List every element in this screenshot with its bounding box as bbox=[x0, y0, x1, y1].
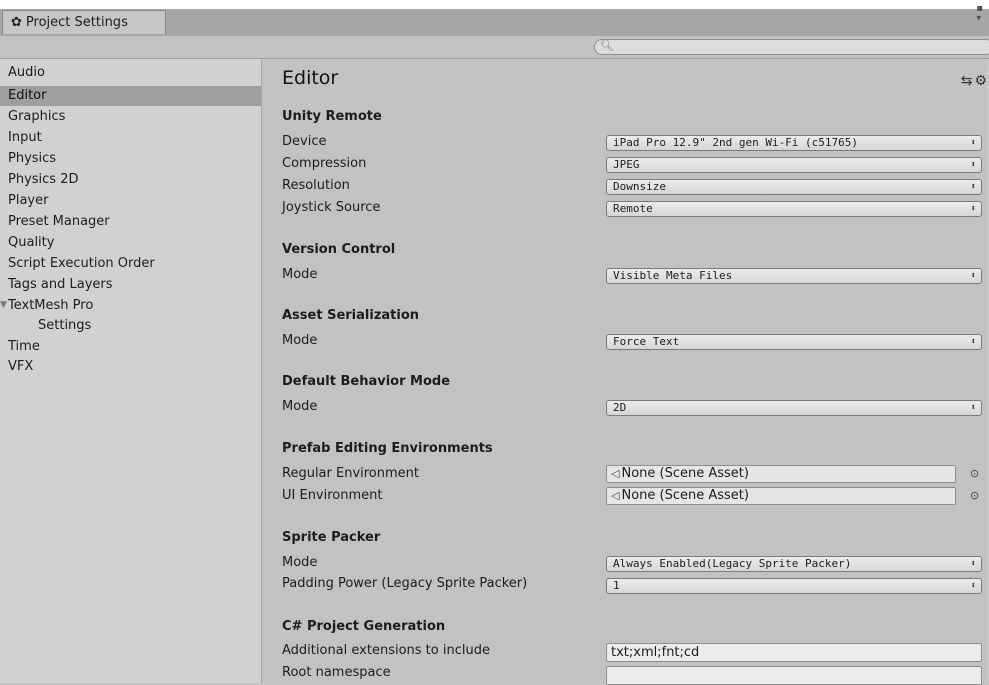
version-control-mode-dropdown[interactable]: Visible Meta Files ⬍ bbox=[606, 268, 982, 284]
settings-sidebar: Audio Editor Graphics Input Physics Phys… bbox=[0, 59, 262, 683]
dropdown-arrow-icon: ⬍ bbox=[970, 581, 976, 591]
resolution-label: Resolution bbox=[282, 178, 350, 193]
tab-project-settings[interactable]: ✿ Project Settings bbox=[2, 10, 166, 34]
section-prefab-editing-environments: Prefab Editing Environments bbox=[282, 441, 493, 456]
search-input[interactable]: 🔍︎ bbox=[594, 39, 989, 55]
padding-power-label: Padding Power (Legacy Sprite Packer) bbox=[282, 576, 528, 591]
dropdown-arrow-icon: ⬍ bbox=[970, 138, 976, 148]
sidebar-item-script-execution-order[interactable]: Script Execution Order bbox=[8, 254, 155, 274]
joystick-source-label: Joystick Source bbox=[282, 200, 381, 215]
compression-value: JPEG bbox=[613, 158, 640, 171]
regular-environment-field[interactable]: ◁ None (Scene Asset) bbox=[606, 465, 956, 483]
title-strip bbox=[0, 0, 989, 9]
search-row: 🔍︎ bbox=[0, 36, 989, 59]
dropdown-arrow-icon: ⬍ bbox=[970, 182, 976, 192]
ui-environment-label: UI Environment bbox=[282, 488, 383, 503]
sprite-packer-mode-value: Always Enabled(Legacy Sprite Packer) bbox=[613, 557, 852, 570]
joystick-source-value: Remote bbox=[613, 202, 653, 215]
regular-environment-value: None (Scene Asset) bbox=[621, 466, 749, 481]
device-label: Device bbox=[282, 134, 327, 149]
asset-serialization-mode-label: Mode bbox=[282, 333, 318, 348]
root-namespace-input[interactable] bbox=[606, 666, 982, 685]
resolution-value: Downsize bbox=[613, 180, 666, 193]
section-sprite-packer: Sprite Packer bbox=[282, 530, 381, 545]
version-control-mode-value: Visible Meta Files bbox=[613, 269, 733, 282]
window-menu-icon[interactable]: ▪ ▾ bbox=[976, 4, 983, 24]
sidebar-item-time[interactable]: Time bbox=[8, 337, 40, 357]
root-namespace-label: Root namespace bbox=[282, 665, 391, 680]
preset-settings-icon[interactable]: ⇆⚙ bbox=[961, 73, 989, 89]
resolution-dropdown[interactable]: Downsize ⬍ bbox=[606, 179, 982, 195]
sidebar-item-preset-manager[interactable]: Preset Manager bbox=[8, 212, 110, 232]
joystick-source-dropdown[interactable]: Remote ⬍ bbox=[606, 201, 982, 217]
dropdown-arrow-icon: ⬍ bbox=[970, 403, 976, 413]
compression-label: Compression bbox=[282, 156, 367, 171]
default-behavior-mode-dropdown[interactable]: 2D ⬍ bbox=[606, 400, 982, 416]
sprite-packer-mode-dropdown[interactable]: Always Enabled(Legacy Sprite Packer) ⬍ bbox=[606, 556, 982, 572]
section-asset-serialization: Asset Serialization bbox=[282, 308, 420, 323]
tab-title: Project Settings bbox=[25, 15, 128, 30]
additional-extensions-label: Additional extensions to include bbox=[282, 643, 490, 658]
section-unity-remote: Unity Remote bbox=[282, 109, 382, 124]
sidebar-item-graphics[interactable]: Graphics bbox=[8, 107, 65, 127]
gear-icon: ✿ bbox=[11, 15, 22, 30]
dropdown-arrow-icon: ⬍ bbox=[970, 559, 976, 569]
object-picker-icon[interactable]: ⊙ bbox=[970, 467, 979, 480]
expand-arrow-icon[interactable]: ▼ bbox=[0, 300, 7, 310]
sidebar-item-audio[interactable]: Audio bbox=[8, 63, 45, 83]
compression-dropdown[interactable]: JPEG ⬍ bbox=[606, 157, 982, 173]
additional-extensions-input[interactable]: txt;xml;fnt;cd bbox=[606, 643, 982, 662]
tab-bar: ✿ Project Settings ▪ ▾ bbox=[0, 0, 989, 36]
search-icon: 🔍︎ bbox=[600, 39, 614, 52]
default-behavior-mode-label: Mode bbox=[282, 399, 318, 414]
section-default-behavior-mode: Default Behavior Mode bbox=[282, 374, 451, 389]
scene-asset-icon: ◁ bbox=[611, 467, 620, 480]
page-title: Editor bbox=[282, 67, 339, 89]
sidebar-item-physics-2d[interactable]: Physics 2D bbox=[8, 170, 79, 190]
editor-settings-panel: Editor ⇆⚙ Unity Remote Device iPad Pro 1… bbox=[262, 59, 989, 685]
section-version-control: Version Control bbox=[282, 242, 396, 257]
sidebar-item-editor[interactable]: Editor bbox=[0, 86, 261, 106]
asset-serialization-mode-value: Force Text bbox=[613, 335, 680, 348]
sidebar-item-textmesh-pro[interactable]: TextMesh Pro bbox=[8, 296, 93, 316]
section-csharp-project-generation: C# Project Generation bbox=[282, 619, 446, 634]
padding-power-value: 1 bbox=[613, 579, 620, 592]
sprite-packer-mode-label: Mode bbox=[282, 555, 318, 570]
sidebar-item-physics[interactable]: Physics bbox=[8, 149, 56, 169]
object-picker-icon[interactable]: ⊙ bbox=[970, 489, 979, 502]
device-value: iPad Pro 12.9" 2nd gen Wi-Fi (c51765) bbox=[613, 136, 859, 149]
dropdown-arrow-icon: ⬍ bbox=[970, 160, 976, 170]
asset-serialization-mode-dropdown[interactable]: Force Text ⬍ bbox=[606, 334, 982, 350]
regular-environment-label: Regular Environment bbox=[282, 466, 420, 481]
sidebar-item-player[interactable]: Player bbox=[8, 191, 48, 211]
dropdown-arrow-icon: ⬍ bbox=[970, 337, 976, 347]
dropdown-arrow-icon: ⬍ bbox=[970, 271, 976, 281]
sidebar-item-input[interactable]: Input bbox=[8, 128, 42, 148]
sidebar-item-textmesh-settings[interactable]: Settings bbox=[38, 316, 91, 336]
ui-environment-field[interactable]: ◁ None (Scene Asset) bbox=[606, 487, 956, 505]
ui-environment-value: None (Scene Asset) bbox=[621, 488, 749, 503]
dropdown-arrow-icon: ⬍ bbox=[970, 204, 976, 214]
device-dropdown[interactable]: iPad Pro 12.9" 2nd gen Wi-Fi (c51765) ⬍ bbox=[606, 135, 982, 151]
scene-asset-icon: ◁ bbox=[611, 489, 620, 502]
sidebar-item-quality[interactable]: Quality bbox=[8, 233, 54, 253]
default-behavior-mode-value: 2D bbox=[613, 401, 627, 414]
sidebar-item-tags-and-layers[interactable]: Tags and Layers bbox=[8, 275, 113, 295]
sidebar-item-vfx[interactable]: VFX bbox=[8, 357, 33, 377]
version-control-mode-label: Mode bbox=[282, 267, 318, 282]
padding-power-dropdown[interactable]: 1 ⬍ bbox=[606, 578, 982, 594]
